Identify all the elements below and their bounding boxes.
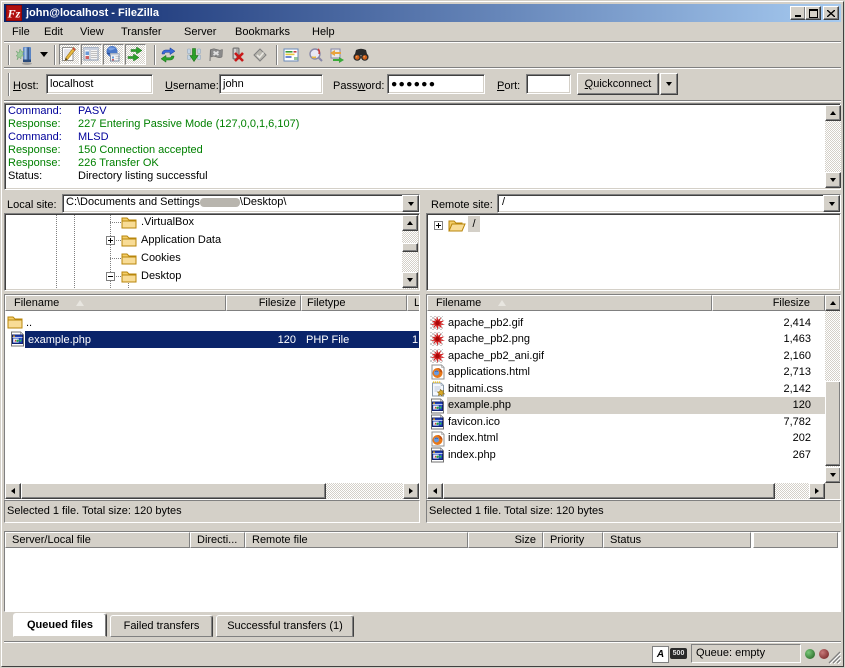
svg-text:Fz: Fz [7, 7, 21, 21]
